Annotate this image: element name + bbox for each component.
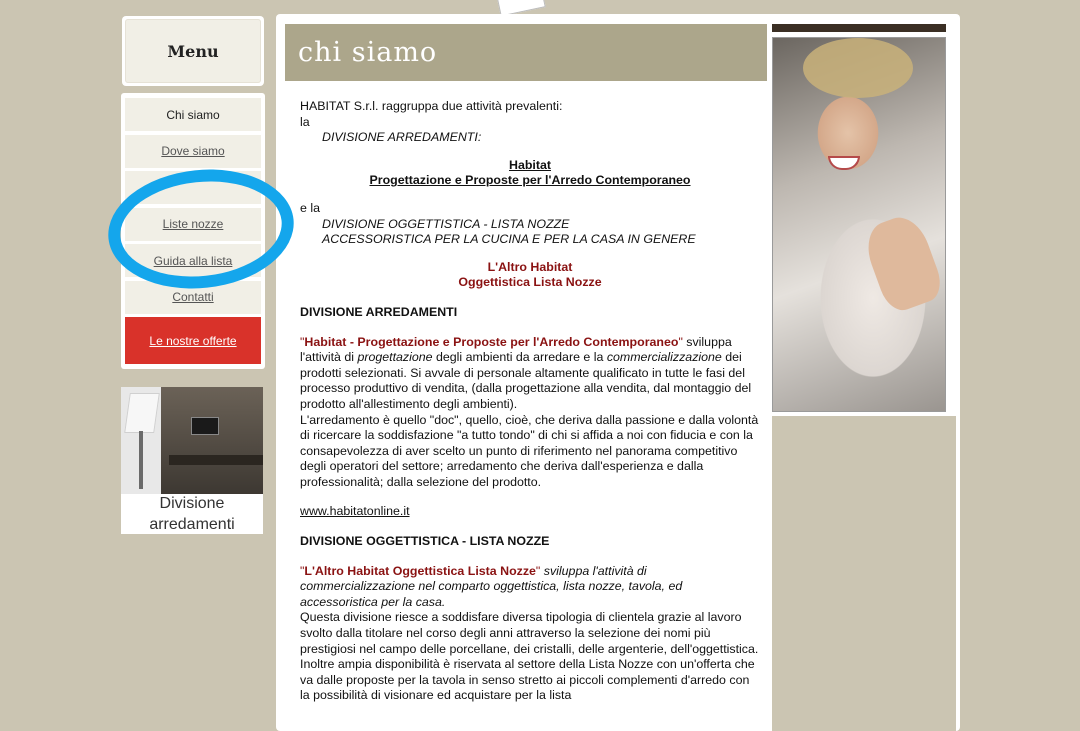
- menu-item-liste-nozze[interactable]: Liste nozze: [125, 207, 261, 241]
- menu-item-dove-siamo[interactable]: Dove siamo: [125, 134, 261, 168]
- paragraph-clientela: Questa divisione riesce a soddisfare div…: [300, 610, 759, 656]
- habitat-name: Habitat: [509, 157, 551, 172]
- paragraph-arredamenti: "Habitat - Progettazione e Proposte per …: [300, 334, 752, 411]
- menu-item-guida-alla-lista[interactable]: Guida alla lista: [125, 244, 261, 277]
- heading-oggettistica: DIVISIONE OGGETTISTICA - LISTA NOZZE: [300, 534, 550, 549]
- tv-icon: [191, 417, 219, 435]
- lamp-icon: [124, 393, 160, 433]
- menu-header: Menu: [122, 16, 264, 86]
- photo-top-bar: [772, 24, 946, 32]
- habitat-subtitle: Progettazione e Proposte per l'Arredo Co…: [369, 173, 691, 188]
- promo-divisione-arredamenti[interactable]: Divisione arredamenti: [121, 387, 263, 534]
- menu-item-chi-siamo[interactable]: Chi siamo: [125, 98, 261, 131]
- page-title: chi siamo: [298, 37, 438, 68]
- heading-arredamenti: DIVISIONE ARREDAMENTI: [300, 304, 458, 319]
- website-link[interactable]: www.habitatonline.it: [300, 504, 410, 518]
- page-header: chi siamo: [285, 24, 767, 81]
- sidebar-menu: Chi siamo Dove siamo Liste nozze Guida a…: [121, 93, 265, 369]
- paragraph-oggettistica: "L'Altro Habitat Oggettistica Lista Nozz…: [300, 563, 683, 609]
- promo-caption: Divisione arredamenti: [149, 495, 235, 533]
- right-column-filler: [772, 416, 956, 731]
- altro-habitat-name: L'Altro Habitat: [487, 259, 573, 274]
- paragraph-arredamento-doc: L'arredamento è quello "doc", quello, ci…: [300, 412, 759, 489]
- menu-item-hidden[interactable]: [125, 171, 261, 204]
- page-body: HABITAT S.r.l. raggruppa due attività pr…: [300, 99, 759, 703]
- menu-item-contatti[interactable]: Contatti: [125, 280, 261, 314]
- altro-habitat-subtitle: Oggettistica Lista Nozze: [458, 275, 602, 290]
- intro-line: HABITAT S.r.l. raggruppa due attività pr…: [300, 99, 563, 113]
- menu-title: Menu: [167, 41, 219, 61]
- furniture-image: [121, 387, 263, 494]
- paragraph-lista-nozze: Inoltre ampia disponibilità è riservata …: [300, 657, 755, 703]
- offers-button[interactable]: Le nostre offerte: [125, 317, 261, 364]
- bride-photo: [772, 37, 946, 412]
